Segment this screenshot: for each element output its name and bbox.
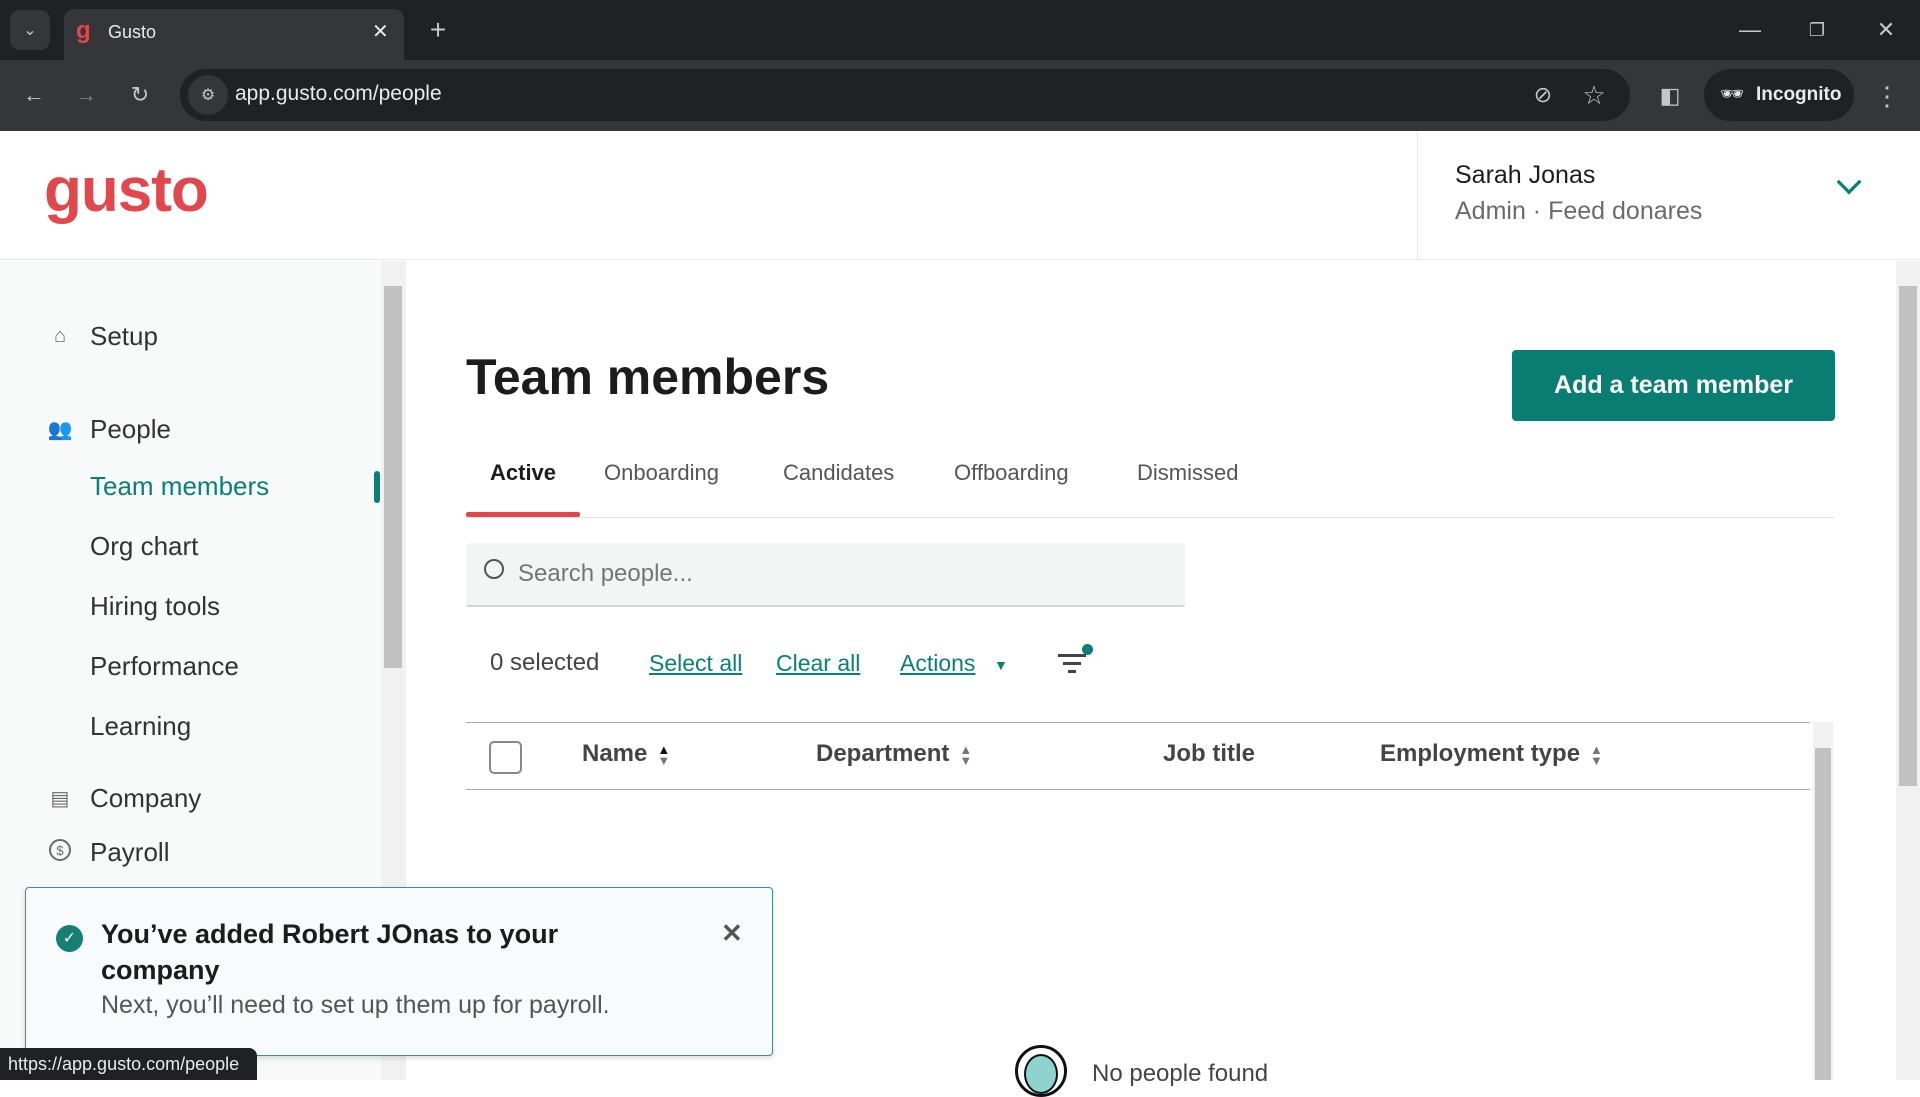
store-icon: ▤ xyxy=(50,787,70,810)
dollar-icon: $ xyxy=(49,839,71,861)
table-scrollbar[interactable] xyxy=(1813,722,1833,1080)
sidebar-item-team-members[interactable]: Team members xyxy=(90,471,269,502)
star-icon[interactable]: ☆ xyxy=(1576,77,1612,113)
column-department[interactable]: Department ▲ ▼ xyxy=(816,740,972,768)
people-icon: 👥 xyxy=(47,418,73,441)
sidebar-item-setup[interactable]: Setup xyxy=(90,321,158,352)
restore-icon[interactable]: ❐ xyxy=(1797,12,1837,48)
column-job-title: Job title xyxy=(1163,740,1256,767)
success-toast: ✓ You’ve added Robert JOnas to your comp… xyxy=(25,887,773,1056)
close-tab-icon[interactable]: ✕ xyxy=(372,19,389,44)
status-bar-url: https://app.gusto.com/people xyxy=(0,1048,257,1080)
account-menu[interactable]: Sarah Jonas Admin · Feed donares xyxy=(1418,131,1920,260)
user-name: Sarah Jonas xyxy=(1455,161,1596,189)
close-window-icon[interactable]: ✕ xyxy=(1866,12,1906,48)
tab-candidates[interactable]: Candidates xyxy=(783,460,894,486)
home-icon: ⌂ xyxy=(53,324,67,347)
sidebar-item-learning[interactable]: Learning xyxy=(90,711,191,742)
sort-icon: ▲ ▼ xyxy=(1590,741,1603,768)
tab-active[interactable]: Active xyxy=(490,460,556,486)
menu-icon[interactable]: ⋮ xyxy=(1872,78,1902,114)
toast-message: Next, you’ll need to set up them up for … xyxy=(101,991,610,1019)
app-header: gusto Sarah Jonas Admin · Feed donares xyxy=(0,131,1920,260)
scrollbar-thumb[interactable] xyxy=(1899,286,1917,786)
chevron-down-icon[interactable] xyxy=(1836,169,1862,195)
incognito-icon: 🕶 xyxy=(1720,84,1745,105)
actions-dropdown[interactable]: Actions xyxy=(900,650,975,677)
new-tab-icon[interactable]: + xyxy=(420,12,456,48)
selected-count: 0 selected xyxy=(490,649,600,676)
sidebar-item-people[interactable]: People xyxy=(90,414,171,445)
sort-icon: ▲ ▼ xyxy=(657,741,671,768)
minimize-icon[interactable]: — xyxy=(1730,12,1770,48)
incognito-badge[interactable]: 🕶 Incognito xyxy=(1704,69,1854,121)
tab-offboarding[interactable]: Offboarding xyxy=(954,460,1069,486)
filter-button[interactable] xyxy=(1058,644,1094,678)
filter-icon xyxy=(1058,654,1086,657)
search-field[interactable] xyxy=(466,543,1185,607)
sort-icon: ▲ ▼ xyxy=(959,741,973,768)
reload-icon[interactable]: ↻ xyxy=(122,77,158,113)
active-tab-underline xyxy=(466,512,580,517)
tabs-divider xyxy=(466,517,1834,518)
column-name[interactable]: Name ▲ ▼ xyxy=(582,740,670,768)
incognito-label: Incognito xyxy=(1756,84,1842,105)
search-icon xyxy=(484,559,504,579)
scrollbar-thumb[interactable] xyxy=(384,286,402,668)
gusto-favicon-icon: g xyxy=(76,17,91,44)
filter-active-dot xyxy=(1082,644,1093,655)
site-info-icon[interactable]: ⚙ xyxy=(188,75,228,115)
address-bar[interactable]: ⚙ app.gusto.com/people ⊘ ☆ xyxy=(180,69,1630,121)
sidebar-item-performance[interactable]: Performance xyxy=(90,651,239,682)
filter-icon-line xyxy=(1068,670,1076,673)
browser-tab-bar: ⌄ g Gusto ✕ + — ❐ ✕ xyxy=(0,0,1920,60)
page-title: Team members xyxy=(466,349,830,405)
select-all-checkbox[interactable] xyxy=(489,741,522,774)
empty-state-text: No people found xyxy=(1092,1060,1269,1087)
add-team-member-button[interactable]: Add a team member xyxy=(1512,350,1835,421)
filter-icon-line xyxy=(1063,662,1081,665)
select-all-link[interactable]: Select all xyxy=(649,650,742,677)
empty-state-icon-inner xyxy=(1024,1054,1058,1094)
tab-onboarding[interactable]: Onboarding xyxy=(604,460,719,486)
forward-icon[interactable]: → xyxy=(68,77,104,113)
tab-search-button[interactable]: ⌄ xyxy=(10,10,50,50)
sidebar-item-hiring-tools[interactable]: Hiring tools xyxy=(90,591,220,622)
table-header: Name ▲ ▼ Department ▲ ▼ Job title Employment… xyxy=(466,722,1810,790)
gusto-logo[interactable]: gusto xyxy=(44,155,209,226)
column-label: Department xyxy=(816,740,950,767)
user-role: Admin · Feed donares xyxy=(1455,197,1703,225)
sidebar-item-org-chart[interactable]: Org chart xyxy=(90,531,198,562)
scrollbar-thumb[interactable] xyxy=(1815,748,1831,1080)
caret-down-icon[interactable]: ▼ xyxy=(994,657,1008,673)
clear-all-link[interactable]: Clear all xyxy=(776,650,860,677)
page-scrollbar[interactable] xyxy=(1896,261,1920,1080)
column-label: Employment type xyxy=(1380,740,1581,767)
search-input[interactable] xyxy=(518,553,1158,595)
back-icon[interactable]: ← xyxy=(16,77,52,113)
eye-off-icon[interactable]: ⊘ xyxy=(1525,77,1561,113)
check-circle-icon: ✓ xyxy=(56,925,83,952)
tab-dismissed[interactable]: Dismissed xyxy=(1137,460,1238,486)
sidebar-item-company[interactable]: Company xyxy=(90,783,201,814)
side-panel-icon[interactable]: ◧ xyxy=(1652,78,1688,114)
empty-state-icon xyxy=(1015,1045,1067,1097)
column-employment-type[interactable]: Employment type ▲ ▼ xyxy=(1380,740,1603,768)
close-toast-icon[interactable]: ✕ xyxy=(721,918,743,949)
column-label: Name xyxy=(582,740,648,767)
url-text[interactable]: app.gusto.com/people xyxy=(235,82,442,106)
tab-title: Gusto xyxy=(108,22,157,42)
browser-tab[interactable]: g Gusto ✕ xyxy=(64,9,404,60)
active-indicator xyxy=(374,471,380,503)
sidebar-item-payroll[interactable]: Payroll xyxy=(90,837,169,868)
toast-title: You’ve added Robert JOnas to your compan… xyxy=(101,919,559,985)
